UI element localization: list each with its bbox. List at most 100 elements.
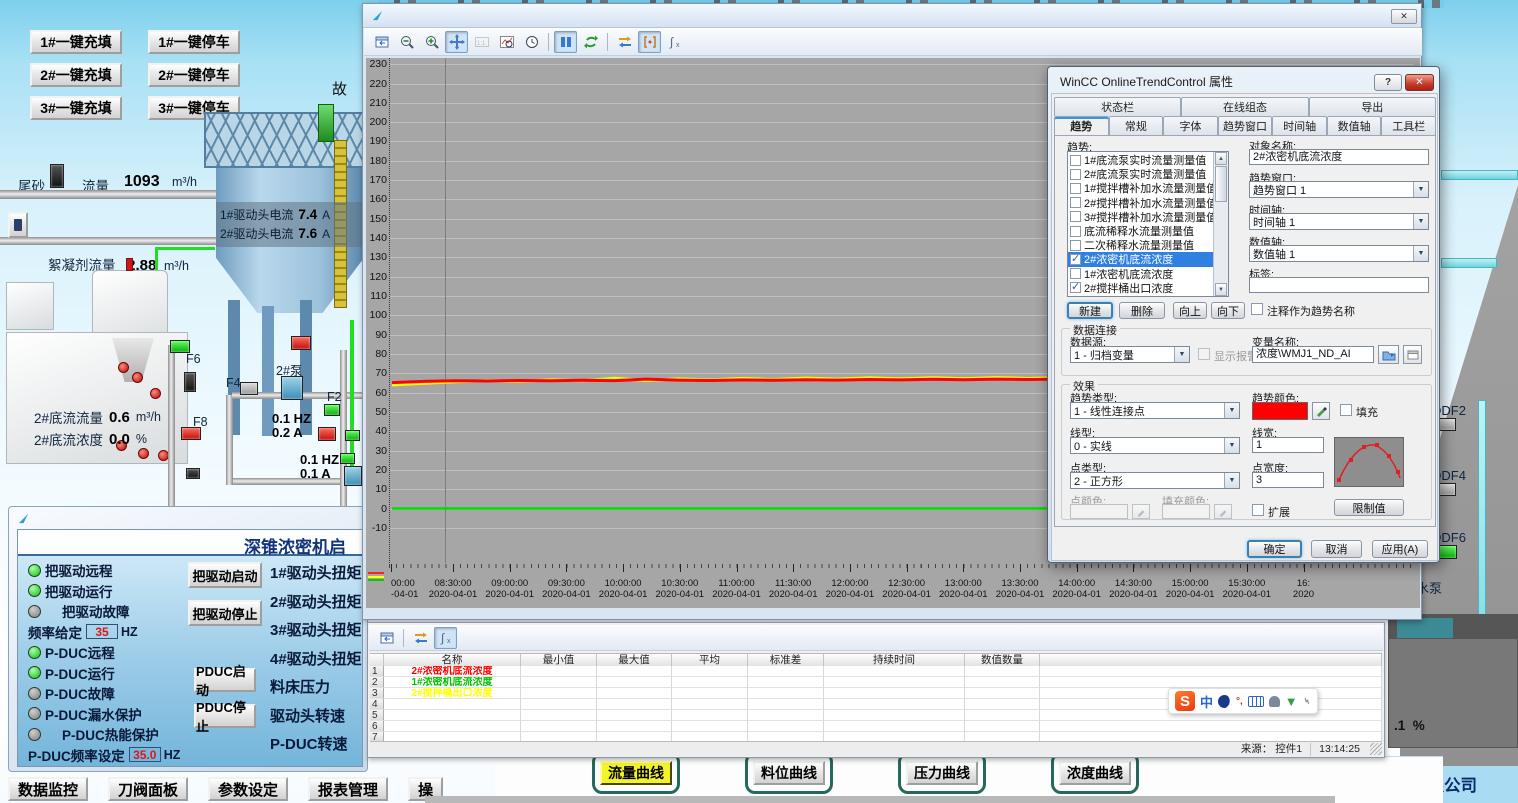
swap-axes-icon[interactable]: [409, 627, 432, 649]
pump-icon[interactable]: [150, 388, 161, 399]
tab[interactable]: 时间轴: [1272, 116, 1327, 135]
point-width-input[interactable]: 3: [1252, 472, 1324, 488]
lang-mode-icon[interactable]: 中: [1200, 692, 1213, 711]
curve-button[interactable]: 流量曲线: [600, 761, 672, 785]
trend-checkbox[interactable]: [1070, 282, 1081, 293]
scroll-up-icon[interactable]: ▲: [1215, 152, 1227, 165]
trend-list-item[interactable]: 1#底流泵实时流量测量值: [1068, 153, 1213, 167]
curve-button[interactable]: 压力曲线: [906, 761, 978, 785]
trend-legend-icon[interactable]: [368, 570, 384, 583]
valve-ddf4-icon[interactable]: [1438, 483, 1456, 496]
exit-button[interactable]: [8, 212, 28, 238]
curve-button[interactable]: 料位曲线: [753, 761, 825, 785]
expand-checkbox[interactable]: [1252, 504, 1264, 516]
show-alarm-checkbox[interactable]: [1198, 348, 1210, 360]
pan-icon[interactable]: [445, 31, 468, 53]
nav-button[interactable]: 报表管理: [308, 777, 388, 801]
line-width-input[interactable]: 1: [1252, 437, 1324, 453]
valve-icon[interactable]: [186, 468, 200, 479]
valve-icon[interactable]: [345, 430, 360, 441]
frequency-input[interactable]: 35.0: [129, 747, 161, 762]
point-type-select[interactable]: 2 - 正方形▼: [1070, 472, 1240, 489]
trend-list-item[interactable]: 2#浓密机底流浓度: [1068, 252, 1213, 266]
pump2-icon[interactable]: [281, 376, 303, 400]
punct-icon[interactable]: °,: [1236, 696, 1243, 707]
one-key-button[interactable]: 1#一键充填: [30, 30, 122, 54]
flow-meter-icon[interactable]: [50, 164, 64, 188]
trend-checkbox[interactable]: [1070, 197, 1081, 208]
moon-icon[interactable]: [1218, 695, 1231, 708]
trend-checkbox[interactable]: [1070, 211, 1081, 222]
trend-list-item[interactable]: 2#搅拌桶出口浓度: [1068, 281, 1213, 295]
trend-window-select[interactable]: 趋势窗口 1▼: [1249, 181, 1429, 198]
pause-icon[interactable]: [554, 31, 577, 53]
tab[interactable]: 字体: [1163, 116, 1218, 135]
nav-button[interactable]: 数据监控: [8, 777, 88, 801]
trend-list[interactable]: 1#底流泵实时流量测量值 2#底流泵实时流量测量值 1#搅拌槽补加水流量测量值: [1067, 151, 1229, 297]
pump-icon[interactable]: [118, 362, 129, 373]
tab[interactable]: 趋势: [1054, 116, 1109, 135]
nav-button[interactable]: 参数设定: [208, 777, 288, 801]
tab[interactable]: 导出: [1309, 97, 1436, 116]
variable-name-input[interactable]: 浓度\WMJ1_ND_AI: [1252, 346, 1374, 363]
move-up-button[interactable]: 向上: [1173, 302, 1207, 319]
valve-ddf6-icon[interactable]: [1438, 545, 1457, 559]
scroll-down-icon[interactable]: ▼: [1215, 283, 1227, 296]
frequency-input[interactable]: 35: [86, 624, 118, 639]
line-type-select[interactable]: 0 - 实线▼: [1070, 437, 1240, 454]
statistics-icon[interactable]: ∫x: [663, 31, 686, 53]
rake-stop-button[interactable]: 把驱动停止: [188, 600, 262, 626]
pduc-stop-button[interactable]: PDUC停止: [194, 704, 256, 728]
sogou-logo-icon[interactable]: S: [1175, 691, 1195, 711]
curve-button[interactable]: 浓度曲线: [1059, 761, 1131, 785]
keyboard-icon[interactable]: [1248, 696, 1264, 707]
tab[interactable]: 状态栏: [1054, 97, 1181, 116]
density-meter-icon[interactable]: [184, 372, 196, 392]
cancel-button[interactable]: 取消: [1311, 540, 1362, 558]
valve-F2-icon[interactable]: [324, 404, 340, 416]
select-range-icon[interactable]: [638, 31, 661, 53]
swap-axes-icon[interactable]: [613, 31, 636, 53]
color-picker-icon[interactable]: [1312, 402, 1330, 420]
browse-folder-icon[interactable]: [1378, 345, 1399, 364]
trend-list-item[interactable]: 底流稀释水流量测量值: [1068, 224, 1213, 238]
trend-list-item[interactable]: 3#搅拌槽补加水流量测量值: [1068, 210, 1213, 224]
nav-button[interactable]: 刀阀面板: [108, 777, 188, 801]
object-name-input[interactable]: 2#浓密机底流浓度: [1249, 149, 1429, 165]
properties-icon[interactable]: [375, 627, 398, 649]
tag-properties-icon[interactable]: [1403, 345, 1422, 364]
rake-start-button[interactable]: 把驱动启动: [188, 562, 262, 588]
tab[interactable]: 趋势窗口: [1218, 116, 1273, 135]
zoom-out-icon[interactable]: [395, 31, 418, 53]
pump-icon[interactable]: [132, 372, 143, 383]
skin-icon[interactable]: ▼: [1285, 694, 1298, 709]
pduc-start-button[interactable]: PDUC启动: [194, 668, 256, 692]
one-key-button[interactable]: 2#一键停车: [148, 63, 240, 87]
limits-button[interactable]: 限制值: [1334, 499, 1404, 516]
trend-checkbox[interactable]: [1070, 169, 1081, 180]
table-row[interactable]: 2 1#浓密机底流浓度: [370, 677, 1382, 688]
trend-color-swatch[interactable]: [1252, 402, 1308, 420]
trend-checkbox[interactable]: [1070, 268, 1081, 279]
delete-button[interactable]: 删除: [1119, 302, 1165, 319]
zoom-in-icon[interactable]: [420, 31, 443, 53]
move-down-button[interactable]: 向下: [1211, 302, 1245, 319]
tab[interactable]: 常规: [1109, 116, 1164, 135]
help-icon[interactable]: ?: [1374, 74, 1402, 91]
trend-checkbox[interactable]: [1070, 240, 1081, 251]
close-icon[interactable]: ✕: [1405, 74, 1434, 91]
one-key-button[interactable]: 3#一键充填: [30, 96, 122, 120]
ok-button[interactable]: 确定: [1247, 540, 1302, 558]
properties-icon[interactable]: [370, 31, 393, 53]
pump-icon[interactable]: [344, 466, 362, 486]
resize-grip[interactable]: [1370, 743, 1382, 755]
valve-icon[interactable]: [318, 427, 336, 441]
fill-checkbox[interactable]: [1340, 404, 1352, 416]
trend-checkbox[interactable]: [1070, 254, 1081, 265]
trend-list-item[interactable]: 二次稀释水流量测量值: [1068, 238, 1213, 252]
valve-F4-icon[interactable]: [240, 382, 258, 395]
one-key-button[interactable]: 1#一键停车: [148, 30, 240, 54]
trend-checkbox[interactable]: [1070, 155, 1081, 166]
trend-window-titlebar[interactable]: ✕: [363, 4, 1421, 28]
trend-list-item[interactable]: 1#搅拌槽补加水流量测量值: [1068, 181, 1213, 195]
